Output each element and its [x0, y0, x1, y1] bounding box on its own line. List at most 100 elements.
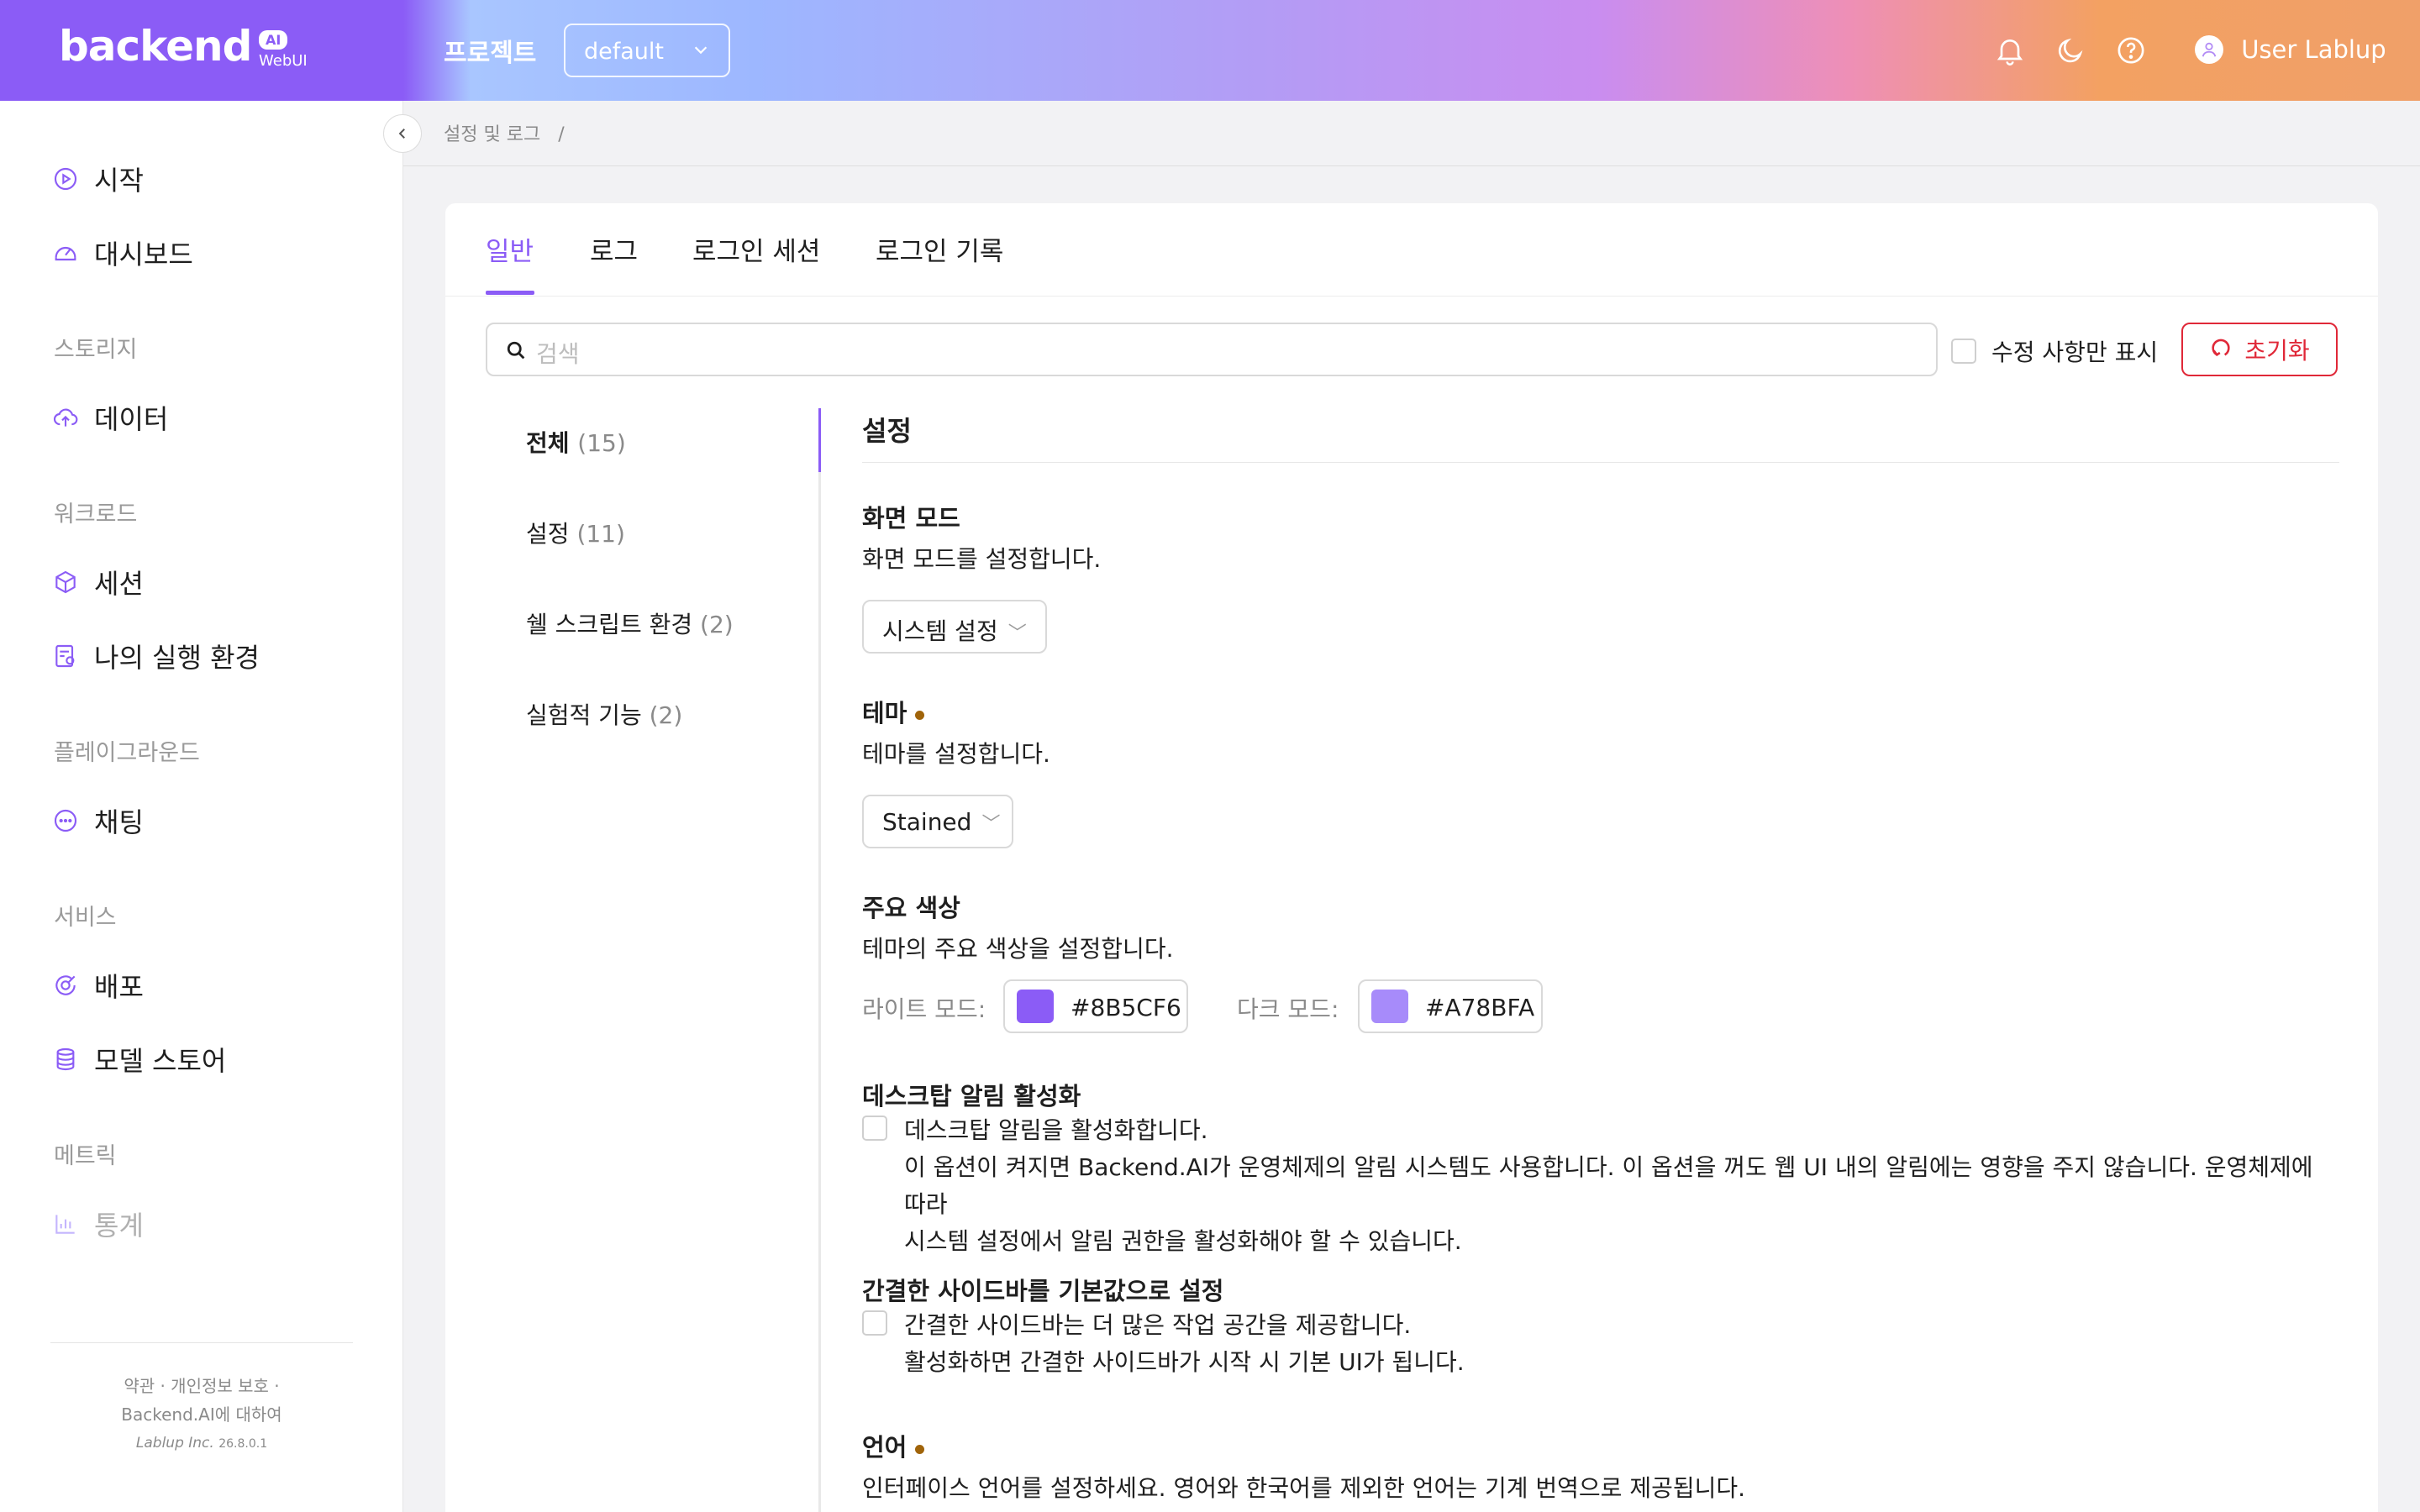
modified-dot-icon — [915, 1444, 925, 1454]
project-select-value: default — [584, 39, 665, 65]
help-icon[interactable] — [2114, 34, 2148, 67]
sidebar-item-label: 대시보드 — [94, 239, 193, 270]
sidebar-item-label: 채팅 — [94, 806, 144, 838]
footer-about-link[interactable]: Backend.AI에 대하여 — [50, 1401, 353, 1425]
desktop-notification-label: 데스크탑 알림을 활성화합니다. — [904, 1116, 1208, 1144]
section-divider — [862, 462, 2339, 463]
desktop-notification-title: 데스크탑 알림 활성화 — [862, 1082, 1081, 1110]
footer-company: Lablup Inc. — [135, 1435, 214, 1452]
light-color-swatch — [1017, 990, 1054, 1023]
project-label: 프로젝트 — [444, 39, 537, 68]
search-input[interactable]: 검색 — [486, 323, 1938, 376]
display-mode-select[interactable]: 시스템 설정 ﹀ — [862, 600, 1047, 654]
modified-dot-icon — [915, 710, 925, 720]
sidebar-group-service: 서비스 — [54, 905, 117, 931]
brand-logo[interactable]: backend AI WebUI — [0, 0, 403, 101]
sidebar-item-label: 세션 — [94, 568, 144, 600]
environment-icon — [52, 643, 79, 669]
sidebar-item-chat[interactable]: 채팅 — [52, 800, 144, 842]
settings-card: 일반 로그 로그인 세션 로그인 기록 검색 수정 사항만 표시 초기화 전체 … — [445, 203, 2378, 1512]
modified-only-toggle[interactable]: 수정 사항만 표시 — [1951, 334, 2158, 368]
dashboard-icon — [52, 239, 79, 266]
sidebar-group-playground: 플레이그라운드 — [54, 740, 200, 766]
dark-mode-color-picker[interactable]: #A78BFA — [1358, 979, 1543, 1033]
desktop-notification-checkbox[interactable] — [862, 1116, 887, 1141]
cube-icon — [52, 569, 79, 596]
sidebar-item-deploy[interactable]: 배포 — [52, 964, 144, 1006]
language-title: 언어 — [862, 1428, 925, 1463]
sidebar-item-label: 통계 — [94, 1210, 144, 1242]
category-label: 전체 — [526, 429, 570, 457]
sidebar-item-label: 데이터 — [94, 403, 169, 435]
sidebar-item-label: 배포 — [94, 971, 144, 1003]
cloud-upload-icon — [52, 404, 79, 431]
category-all[interactable]: 전체 (15) — [526, 425, 626, 459]
sidebar-item-label: 모델 스토어 — [94, 1045, 227, 1077]
tab-login-sessions[interactable]: 로그인 세션 — [692, 230, 820, 268]
moon-icon[interactable] — [2054, 34, 2087, 67]
sidebar-item-label: 나의 실행 환경 — [94, 642, 260, 674]
footer-copyright: Lablup Inc. 26.8.0.1 — [50, 1435, 353, 1452]
deploy-icon — [52, 972, 79, 999]
chevron-down-icon — [692, 40, 710, 64]
brand-subtitle: WebUI — [259, 52, 308, 70]
play-circle-icon — [52, 165, 79, 192]
language-desc: 인터페이스 언어를 설정하세요. 영어와 한국어를 제외한 언어는 기계 번역으… — [862, 1474, 1746, 1502]
footer-links[interactable]: 약관 · 개인정보 보호 · — [50, 1373, 353, 1397]
bar-chart-icon — [52, 1210, 79, 1237]
category-experimental[interactable]: 실험적 기능 (2) — [526, 697, 682, 731]
category-label: 쉘 스크립트 환경 — [526, 611, 693, 638]
sidebar-item-data[interactable]: 데이터 — [52, 396, 168, 438]
light-mode-color-picker[interactable]: #8B5CF6 — [1003, 979, 1188, 1033]
category-label: 설정 — [526, 520, 570, 548]
tab-active-indicator — [486, 291, 534, 295]
sidebar-item-statistics[interactable]: 통계 — [52, 1203, 144, 1245]
tab-login-history[interactable]: 로그인 기록 — [876, 230, 1003, 268]
category-shell-script[interactable]: 쉘 스크립트 환경 (2) — [526, 606, 734, 640]
sidebar-group-storage: 스토리지 — [54, 337, 138, 363]
theme-value: Stained — [882, 808, 972, 836]
chevron-down-icon: ﹀ — [1007, 623, 1027, 644]
theme-select[interactable]: Stained ﹀ — [862, 795, 1013, 848]
category-count: (2) — [649, 701, 683, 729]
sidebar-collapse-button[interactable] — [383, 114, 422, 153]
breadcrumb: 설정 및 로그 / — [444, 119, 565, 146]
sidebar-item-dashboard[interactable]: 대시보드 — [52, 232, 193, 274]
sidebar-item-my-environment[interactable]: 나의 실행 환경 — [52, 635, 260, 677]
sidebar: 시작 대시보드 스토리지 데이터 워크로드 세션 나의 실행 환경 플레이그라운… — [0, 101, 403, 1512]
tab-logs[interactable]: 로그 — [590, 230, 638, 268]
reset-button[interactable]: 초기화 — [2181, 323, 2338, 376]
footer-version: 26.8.0.1 — [218, 1437, 268, 1451]
modified-only-checkbox[interactable] — [1951, 339, 1976, 364]
theme-title-text: 테마 — [862, 699, 908, 727]
tab-general[interactable]: 일반 — [486, 230, 534, 268]
chat-icon — [52, 807, 79, 834]
category-active-indicator — [818, 408, 821, 472]
compact-sidebar-option: 간결한 사이드바는 더 많은 작업 공간을 제공합니다. 활성화하면 간결한 사… — [862, 1307, 1465, 1381]
category-count: (2) — [700, 611, 734, 638]
breadcrumb-item[interactable]: 설정 및 로그 — [444, 124, 540, 145]
user-name: User Lablup — [2241, 35, 2386, 64]
sidebar-item-start[interactable]: 시작 — [52, 158, 144, 200]
primary-color-title: 주요 색상 — [862, 894, 960, 922]
sidebar-group-workload: 워크로드 — [54, 501, 138, 528]
brand-name: backend — [59, 22, 252, 71]
modified-only-label: 수정 사항만 표시 — [1991, 339, 2159, 366]
sidebar-item-session[interactable]: 세션 — [52, 561, 144, 603]
brand-ai-badge: AI — [259, 30, 288, 50]
user-menu[interactable]: User Lablup — [2195, 34, 2386, 67]
language-title-text: 언어 — [862, 1433, 908, 1462]
sidebar-divider — [50, 1342, 353, 1343]
desktop-notification-help: 이 옵션이 켜지면 Backend.AI가 운영체제의 알림 시스템도 사용합니… — [904, 1153, 2313, 1218]
category-settings[interactable]: 설정 (11) — [526, 516, 625, 549]
compact-sidebar-checkbox[interactable] — [862, 1310, 887, 1336]
dark-mode-label: 다크 모드: — [1237, 995, 1339, 1023]
light-color-hex: #8B5CF6 — [1071, 994, 1181, 1021]
sidebar-group-metrics: 메트릭 — [54, 1143, 117, 1169]
theme-title: 테마 — [862, 694, 925, 729]
user-avatar-icon — [2195, 35, 2223, 64]
sidebar-item-model-store[interactable]: 모델 스토어 — [52, 1038, 226, 1080]
bell-icon[interactable] — [1993, 34, 2027, 67]
project-select[interactable]: default — [564, 24, 730, 77]
search-placeholder: 검색 — [536, 340, 580, 368]
